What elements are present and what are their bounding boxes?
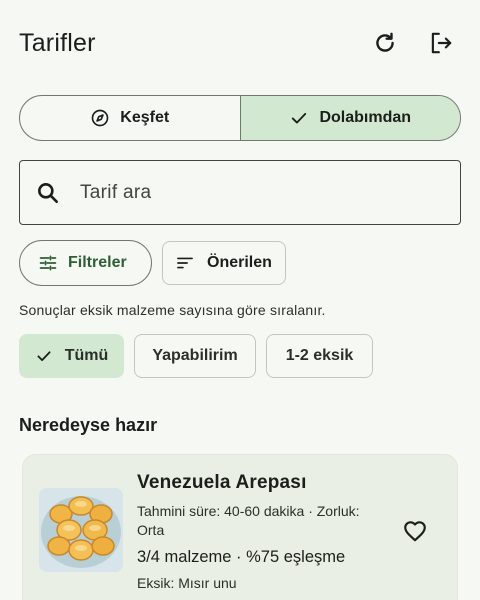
arepa-image — [39, 488, 123, 572]
tab-from-pantry[interactable]: Dolabımdan — [239, 96, 460, 140]
recipe-missing: Eksik: Mısır unu — [137, 575, 237, 591]
sort-button[interactable]: Önerilen — [162, 241, 286, 285]
chip-can-make[interactable]: Yapabilirim — [134, 334, 256, 378]
app-bar: Tarifler — [0, 0, 480, 86]
recipe-meta: Tahmini süre: 40-60 dakika · Zorluk: Ort… — [137, 503, 360, 538]
heart-icon — [404, 521, 426, 542]
recipe-card[interactable]: Venezuela Arepası Tahmini süre: 40-60 da… — [22, 454, 458, 600]
search-icon — [38, 182, 58, 203]
chip-can-make-label: Yapabilirim — [152, 347, 238, 364]
tab-from-pantry-label: Dolabımdan — [319, 109, 412, 126]
sort-hint: Sonuçlar eksik malzeme sayısına göre sır… — [19, 302, 326, 318]
chip-all[interactable]: Tümü — [19, 334, 124, 378]
search-placeholder: Tarif ara — [80, 181, 152, 203]
compass-icon — [91, 109, 109, 127]
sort-label: Önerilen — [207, 254, 272, 271]
recipe-name: Venezuela Arepası — [137, 472, 307, 493]
logout-icon — [431, 32, 452, 54]
section-title: Neredeyse hazır — [19, 415, 158, 435]
chip-1-2-missing[interactable]: 1-2 eksik — [266, 334, 373, 378]
logout-button[interactable] — [421, 23, 461, 63]
action-row: Filtreler Önerilen — [19, 240, 286, 286]
refresh-button[interactable] — [365, 23, 405, 63]
filter-chips: Tümü Yapabilirim 1-2 eksik — [19, 334, 373, 378]
check-icon — [292, 112, 307, 124]
filters-button[interactable]: Filtreler — [19, 240, 152, 286]
tune-icon — [39, 255, 57, 271]
refresh-icon — [376, 32, 394, 52]
chip-1-2-missing-label: 1-2 eksik — [285, 347, 354, 364]
search-input[interactable]: Tarif ara — [19, 160, 461, 225]
sort-icon — [177, 257, 193, 269]
filters-label: Filtreler — [68, 254, 127, 271]
check-icon — [37, 351, 51, 362]
favorite-button[interactable] — [395, 511, 435, 551]
recipe-image — [39, 488, 123, 572]
recipe-match: 3/4 malzeme · %75 eşleşme — [137, 548, 346, 566]
tab-discover-label: Keşfet — [120, 109, 170, 126]
mode-selector: Keşfet Dolabımdan — [19, 95, 461, 141]
chip-all-label: Tümü — [64, 347, 109, 364]
tab-discover[interactable]: Keşfet — [20, 96, 240, 140]
page-title: Tarifler — [19, 28, 96, 57]
